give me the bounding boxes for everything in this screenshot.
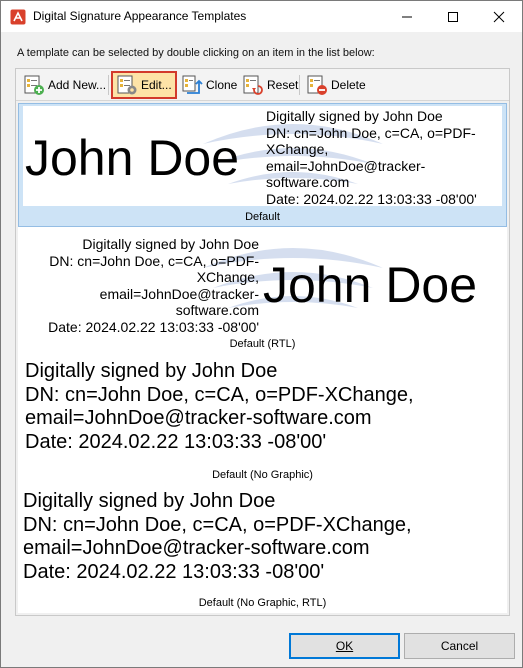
window-title: Digital Signature Appearance Templates [33,9,247,23]
delete-label: Delete [331,78,366,92]
details-line: Date: 2024.02.22 13:03:33 -08'00' [48,318,259,335]
reset-label: Reset [267,78,299,92]
edit-template-icon [117,75,137,95]
signer-name: John Doe [263,257,478,313]
edit-label: Edit... [141,78,172,92]
clone-button[interactable]: Clone [177,72,241,98]
ok-label: OK [335,639,354,653]
details-line: software.com [175,302,259,318]
details-line: email=JohnDoe@tracker-software.com [25,407,372,429]
maximize-icon [448,11,458,22]
clone-label: Clone [206,78,238,92]
details-line: email=JohnDoe@tracker- [99,285,259,302]
templates-toolbar: Add New... Edit... Clone Reset Delete [16,69,509,101]
pdf-xchange-app-icon [10,9,26,25]
close-icon [493,11,505,22]
template-item-default-rtl[interactable]: Digitally signed by John Doe DN: cn=John… [18,227,507,355]
delete-template-icon [307,75,327,95]
template-caption: Default (No Graphic, RTL) [198,597,327,609]
template-caption: Default [245,211,280,223]
details-line: DN: cn=John Doe, c=CA, o=PDF- [266,124,476,141]
title-bar[interactable]: Digital Signature Appearance Templates [1,1,522,32]
details-line: Digitally signed by John Doe [23,490,276,512]
details-line: Date: 2024.02.22 13:03:33 -08'00' [266,190,477,207]
signature-details: Digitally signed by John Doe DN: cn=John… [25,360,414,454]
toolbar-separator [108,75,109,95]
details-line: DN: cn=John Doe, c=CA, o=PDF-XChange, [23,513,412,536]
add-new-button[interactable]: Add New... [19,72,110,98]
minimize-icon [402,16,412,17]
signature-preview: Digitally signed by John Doe DN: cn=John… [23,230,502,334]
template-item-no-graphic-rtl[interactable]: Digitally signed by John Doe DN: cn=John… [18,485,507,613]
template-caption: Default (RTL) [229,338,296,350]
toolbar-separator [299,75,300,95]
minimize-button[interactable] [384,1,430,32]
signer-name: John Doe [25,130,240,186]
templates-list[interactable]: John Doe Digitally signed by John Doe DN… [18,103,507,613]
details-line: Digitally signed by John Doe [25,360,278,382]
ok-button[interactable]: OK [289,633,400,659]
edit-button[interactable]: Edit... [111,71,177,99]
details-line: Date: 2024.02.22 13:03:33 -08'00' [23,560,325,583]
details-line: XChange, [196,269,259,285]
signature-preview: Digitally signed by John Doe DN: cn=John… [23,358,502,462]
details-line: email=JohnDoe@tracker-software.com [23,537,370,559]
maximize-button[interactable] [430,1,476,32]
templates-panel: Add New... Edit... Clone Reset Delete Jo… [15,68,510,616]
dialog-window: Digital Signature Appearance Templates A… [0,0,523,668]
add-template-icon [24,75,44,95]
instruction-text: A template can be selected by double cli… [17,47,375,59]
signature-details: Digitally signed by John Doe DN: cn=John… [23,236,259,334]
add-new-label: Add New... [48,78,107,92]
details-line: email=JohnDoe@tracker- [266,157,426,174]
clone-template-icon [182,75,203,94]
details-line: XChange, [266,141,329,157]
details-line: DN: cn=John Doe, c=CA, o=PDF-XChange, [25,383,414,406]
cancel-button[interactable]: Cancel [404,633,515,659]
details-line: DN: cn=John Doe, c=CA, o=PDF- [49,252,259,269]
reset-button[interactable]: Reset [238,72,302,98]
signature-preview: John Doe Digitally signed by John Doe DN… [23,106,502,206]
details-line: software.com [266,174,350,190]
reset-template-icon [243,75,263,95]
signature-details: Digitally signed by John Doe DN: cn=John… [266,108,502,206]
details-line: Date: 2024.02.22 13:03:33 -08'00' [25,430,327,453]
template-caption: Default (No Graphic) [212,469,313,481]
signature-details: Digitally signed by John Doe DN: cn=John… [23,490,502,584]
cancel-label: Cancel [440,639,479,653]
close-button[interactable] [476,1,522,32]
delete-button[interactable]: Delete [302,72,370,98]
details-line: Digitally signed by John Doe [266,108,443,124]
template-item-no-graphic[interactable]: Digitally signed by John Doe DN: cn=John… [18,355,507,485]
signature-preview: Digitally signed by John Doe DN: cn=John… [23,488,502,592]
details-line: Digitally signed by John Doe [82,236,259,252]
template-item-default[interactable]: John Doe Digitally signed by John Doe DN… [18,103,507,227]
